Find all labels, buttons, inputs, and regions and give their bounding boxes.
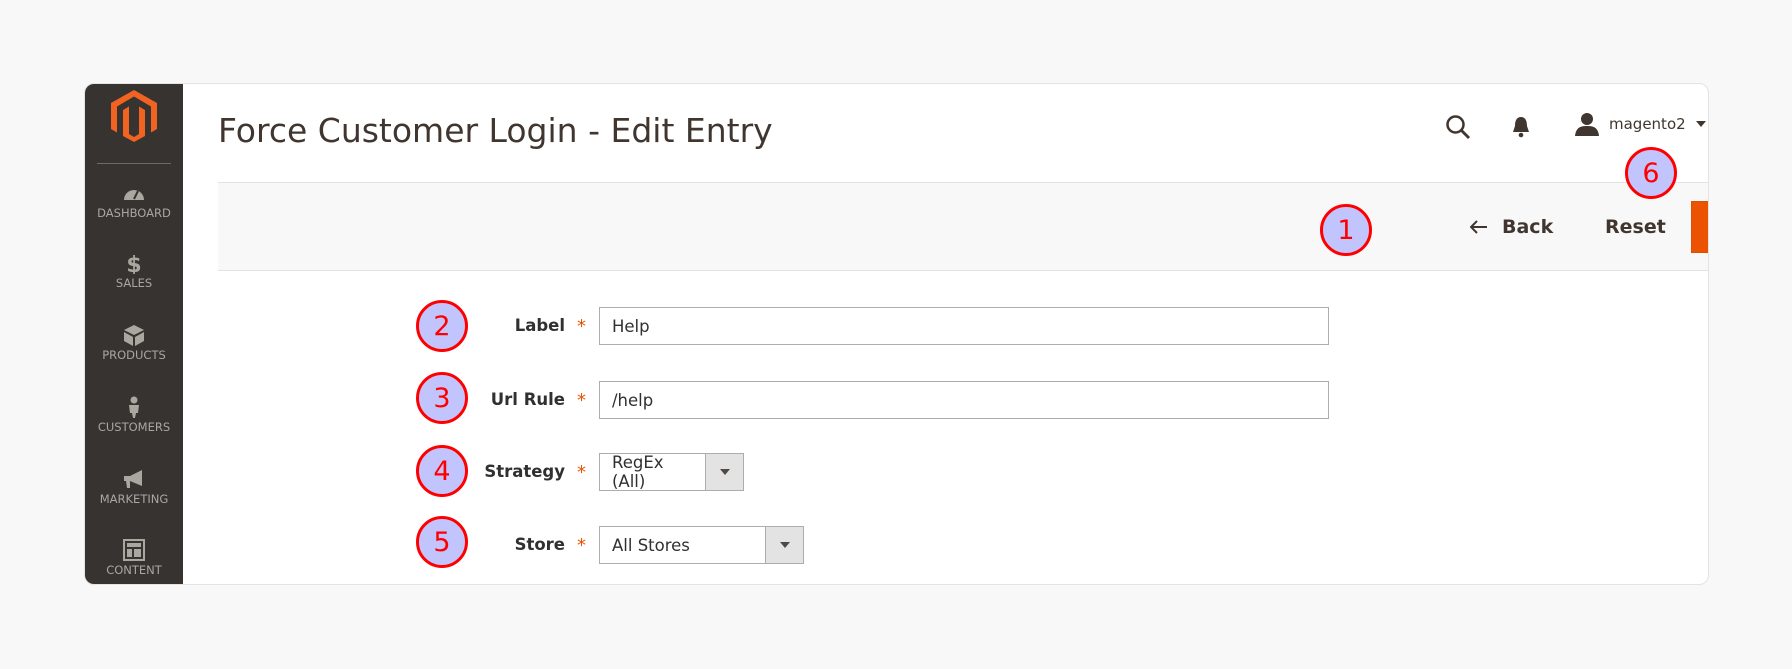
sidebar-item-sales[interactable]: $ SALES — [85, 252, 183, 290]
save-button[interactable]: Save — [1691, 201, 1709, 253]
dropdown-toggle[interactable] — [705, 454, 743, 490]
chevron-down-icon — [719, 469, 730, 475]
required-mark: * — [577, 390, 586, 411]
sidebar-item-customers[interactable]: CUSTOMERS — [85, 396, 183, 434]
sidebar-item-label: SALES — [115, 276, 153, 290]
sidebar-item-label: DASHBOARD — [97, 206, 171, 220]
sidebar-item-content[interactable]: CONTENT — [85, 539, 183, 577]
page-title: Force Customer Login - Edit Entry — [218, 111, 773, 150]
sidebar-item-label: CUSTOMERS — [97, 420, 171, 434]
strategy-select[interactable]: RegEx (All) — [599, 453, 744, 491]
required-mark: * — [577, 462, 586, 483]
url-rule-input-value: /help — [612, 390, 654, 410]
bell-icon[interactable] — [1511, 115, 1531, 139]
back-label: Back — [1502, 216, 1554, 238]
annotation-badge: 2 — [416, 300, 468, 352]
svg-text:$: $ — [126, 253, 141, 274]
annotation-badge: 3 — [416, 372, 468, 424]
person-icon — [129, 396, 139, 418]
magento-logo[interactable] — [111, 90, 157, 142]
annotation-badge: 1 — [1320, 204, 1372, 256]
chevron-down-icon — [779, 542, 790, 548]
dollar-icon: $ — [126, 253, 141, 274]
layout-icon — [123, 539, 145, 561]
search-icon[interactable] — [1445, 114, 1471, 140]
url-rule-input[interactable]: /help — [599, 381, 1329, 419]
sidebar-item-dashboard[interactable]: DASHBOARD — [85, 182, 183, 220]
save-label: Save — [1708, 216, 1709, 238]
strategy-selected-value: RegEx (All) — [612, 453, 664, 491]
box-icon — [124, 325, 144, 346]
sidebar-item-marketing[interactable]: MARKETING — [85, 468, 183, 506]
sidebar-item-label: CONTENT — [106, 563, 162, 577]
required-mark: * — [577, 316, 586, 337]
chevron-down-icon — [1695, 121, 1706, 127]
annotation-badge: 5 — [416, 516, 468, 568]
sidebar: DASHBOARD $ SALES PRODUCTS CUSTOMERS MAR… — [85, 84, 183, 584]
sidebar-item-label: MARKETING — [99, 492, 169, 506]
store-select[interactable]: All Stores — [599, 526, 804, 564]
arrow-left-icon — [1470, 220, 1487, 234]
page-actions-bar: Back Reset Save — [218, 182, 1709, 271]
sidebar-item-products[interactable]: PRODUCTS — [85, 324, 183, 362]
sidebar-divider — [97, 163, 171, 164]
reset-label: Reset — [1605, 216, 1666, 238]
admin-panel: DASHBOARD $ SALES PRODUCTS CUSTOMERS MAR… — [84, 83, 1709, 585]
annotation-badge: 4 — [416, 445, 468, 497]
megaphone-icon — [124, 470, 142, 488]
username: magento2 — [1609, 115, 1686, 133]
user-menu[interactable]: magento2 — [1575, 112, 1706, 136]
dashboard-icon — [124, 190, 144, 200]
label-input-value: Help — [612, 316, 650, 336]
user-icon — [1575, 113, 1599, 136]
store-selected-value: All Stores — [612, 535, 690, 555]
reset-button[interactable]: Reset — [1605, 201, 1666, 253]
label-input[interactable]: Help — [599, 307, 1329, 345]
required-mark: * — [577, 535, 586, 556]
annotation-badge: 6 — [1625, 147, 1677, 199]
sidebar-item-label: PRODUCTS — [102, 348, 166, 362]
back-button[interactable]: Back — [1470, 201, 1553, 253]
dropdown-toggle[interactable] — [765, 527, 803, 563]
